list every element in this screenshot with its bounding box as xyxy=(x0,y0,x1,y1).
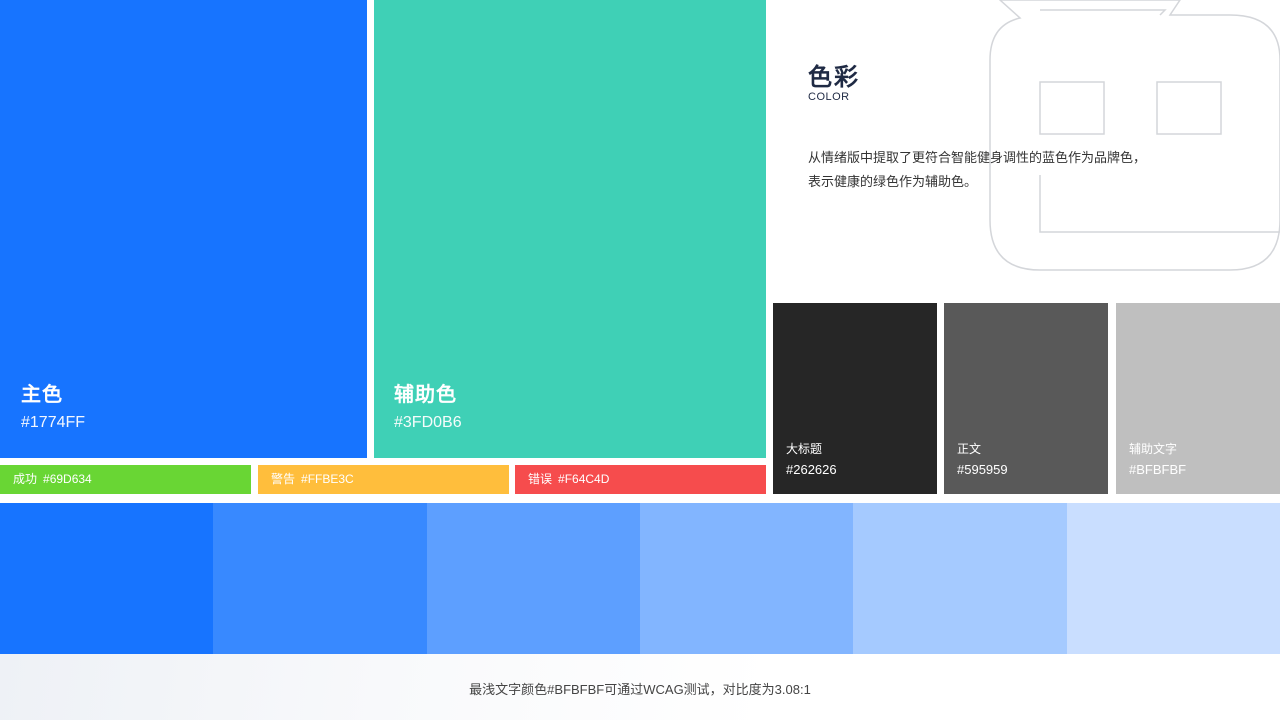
blue-scale-step-5 xyxy=(853,503,1067,654)
description-line-2: 表示健康的绿色作为辅助色。 xyxy=(808,174,978,189)
color-glyph-watermark-icon xyxy=(989,0,1280,271)
secondary-color-title: 辅助色 xyxy=(394,384,457,406)
section-subtitle: COLOR xyxy=(808,91,850,103)
success-code: #69D634 xyxy=(43,472,92,486)
error-code: #F64C4D xyxy=(558,472,610,486)
contrast-note: 最浅文字颜色#BFBFBF可通过WCAG测试，对比度为3.08:1 xyxy=(469,682,811,697)
section-description: 从情绪版中提取了更符合智能健身调性的蓝色作为品牌色， 表示健康的绿色作为辅助色。 xyxy=(808,146,1188,194)
heading-text-label: 大标题 xyxy=(786,442,823,456)
primary-color-swatch: 主色 #1774FF xyxy=(0,0,367,458)
secondary-color-swatch: 辅助色 #3FD0B6 xyxy=(374,0,766,458)
footer: 最浅文字颜色#BFBFBF可通过WCAG测试，对比度为3.08:1 xyxy=(0,654,1280,720)
body-text-color-swatch: 正文 #595959 xyxy=(944,303,1108,494)
success-color-bar: 成功 #69D634 xyxy=(0,465,251,494)
error-color-bar: 错误 #F64C4D xyxy=(515,465,766,494)
blue-scale xyxy=(0,503,1280,654)
color-spec-page: 主色 #1774FF 辅助色 #3FD0B6 成功 #69D634 警告 #FFBE… xyxy=(0,0,1280,720)
warning-code: #FFBE3C xyxy=(301,472,354,486)
heading-text-color-swatch: 大标题 #262626 xyxy=(773,303,937,494)
warning-color-bar: 警告 #FFBE3C xyxy=(258,465,509,494)
blue-scale-step-3 xyxy=(426,503,640,654)
blue-scale-step-2 xyxy=(213,503,427,654)
body-text-label: 正文 xyxy=(957,442,982,456)
secondary-color-code: #3FD0B6 xyxy=(394,414,462,431)
blue-scale-step-6 xyxy=(1066,503,1280,654)
warning-label: 警告 xyxy=(271,472,296,486)
error-label: 错误 xyxy=(528,472,553,486)
success-label: 成功 xyxy=(13,472,38,486)
section-title: 色彩 xyxy=(808,64,860,91)
description-line-1: 从情绪版中提取了更符合智能健身调性的蓝色作为品牌色， xyxy=(808,150,1147,165)
heading-text-code: #262626 xyxy=(786,462,837,477)
auxiliary-text-code: #BFBFBF xyxy=(1129,462,1187,477)
primary-color-code: #1774FF xyxy=(21,414,86,431)
body-text-code: #595959 xyxy=(957,462,1008,477)
auxiliary-text-label: 辅助文字 xyxy=(1129,442,1178,456)
blue-scale-step-1 xyxy=(0,503,214,654)
primary-color-title: 主色 xyxy=(21,384,63,406)
blue-scale-step-4 xyxy=(639,503,854,654)
auxiliary-text-color-swatch: 辅助文字 #BFBFBF xyxy=(1116,303,1280,494)
